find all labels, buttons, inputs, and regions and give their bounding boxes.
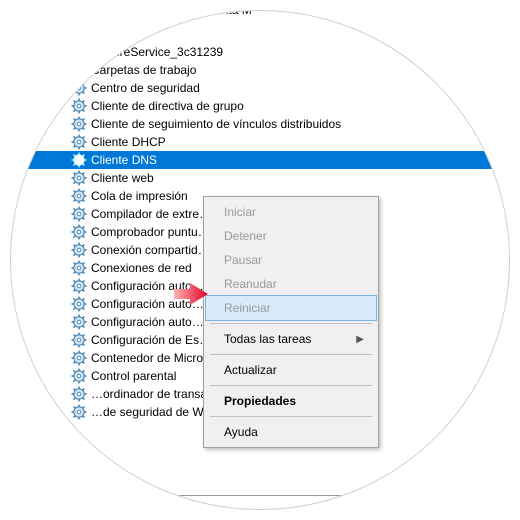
gear-icon — [71, 80, 87, 96]
gear-icon — [71, 314, 87, 330]
gear-icon — [71, 44, 87, 60]
gear-icon — [71, 26, 87, 42]
service-label: Cliente DHCP — [91, 135, 166, 149]
gear-icon — [71, 278, 87, 294]
service-row[interactable]: … SNMP — [10, 25, 510, 43]
gear-icon — [71, 260, 87, 276]
service-row[interactable]: Cliente DNS — [10, 151, 510, 169]
service-row[interactable]: Cliente de directiva de grupo — [10, 97, 510, 115]
gear-icon — [71, 332, 87, 348]
service-row[interactable]: …ptureService_3c31239 — [10, 43, 510, 61]
chevron-right-icon: ▶ — [356, 334, 364, 345]
service-label: Cliente web — [91, 171, 154, 185]
service-row[interactable]: Cliente DHCP — [10, 133, 510, 151]
menu-item-label: Todas las tareas — [224, 332, 311, 346]
gear-icon — [71, 350, 87, 366]
menu-item-all-tasks[interactable]: Todas las tareas ▶ — [206, 327, 376, 351]
gear-icon — [71, 152, 87, 168]
gear-icon — [71, 98, 87, 114]
service-label: Comprobador puntu… — [91, 225, 210, 239]
context-menu: Iniciar Detener Pausar Reanudar Reinicia… — [203, 196, 379, 448]
menu-item-pause[interactable]: Pausar — [206, 248, 376, 272]
service-label: Compilador de extre… — [91, 207, 211, 221]
gear-icon — [71, 134, 87, 150]
menu-separator — [210, 323, 372, 324]
service-label: Conexión compartid… — [91, 243, 210, 257]
service-row[interactable]: Cliente de seguimiento de vínculos distr… — [10, 115, 510, 133]
service-label: Cliente DNS — [91, 153, 157, 167]
service-label: Cola de impresión — [91, 189, 188, 203]
menu-item-stop[interactable]: Detener — [206, 224, 376, 248]
service-label: Configuración auto… — [91, 315, 204, 329]
service-label: Conexiones de red — [91, 261, 192, 275]
service-label: Control parental — [91, 369, 176, 383]
viewport-circle: de sesión de cuenta M … SNMP …ptureServic… — [10, 10, 510, 510]
gear-icon — [71, 404, 87, 420]
gear-icon — [71, 368, 87, 384]
divider — [71, 495, 510, 496]
menu-item-resume[interactable]: Reanudar — [206, 272, 376, 296]
service-label: Cliente de seguimiento de vínculos distr… — [91, 117, 341, 131]
menu-item-refresh[interactable]: Actualizar — [206, 358, 376, 382]
gear-icon — [71, 296, 87, 312]
menu-separator — [210, 416, 372, 417]
service-label: Configuración de Es… — [91, 333, 211, 347]
menu-separator — [210, 385, 372, 386]
gear-icon — [71, 116, 87, 132]
gear-icon — [71, 170, 87, 186]
gear-icon — [71, 224, 87, 240]
service-label: Cliente de directiva de grupo — [91, 99, 244, 113]
menu-separator — [210, 354, 372, 355]
gear-icon — [71, 188, 87, 204]
gear-icon — [71, 242, 87, 258]
column-header: de sesión de cuenta M — [10, 10, 510, 19]
menu-item-properties[interactable]: Propiedades — [206, 389, 376, 413]
service-row[interactable]: Centro de seguridad — [10, 79, 510, 97]
menu-item-start[interactable]: Iniciar — [206, 200, 376, 224]
gear-icon — [71, 206, 87, 222]
service-label: … SNMP — [91, 27, 141, 41]
service-label: Configuración auto… — [91, 297, 204, 311]
service-row[interactable]: Carpetas de trabajo — [10, 61, 510, 79]
service-row[interactable]: Cliente web — [10, 169, 510, 187]
service-label: Carpetas de trabajo — [91, 63, 196, 77]
menu-item-help[interactable]: Ayuda — [206, 420, 376, 444]
service-label: Centro de seguridad — [91, 81, 200, 95]
gear-icon — [71, 62, 87, 78]
service-label: …ptureService_3c31239 — [91, 45, 223, 59]
menu-item-restart[interactable]: Reiniciar — [206, 296, 376, 320]
gear-icon — [71, 386, 87, 402]
